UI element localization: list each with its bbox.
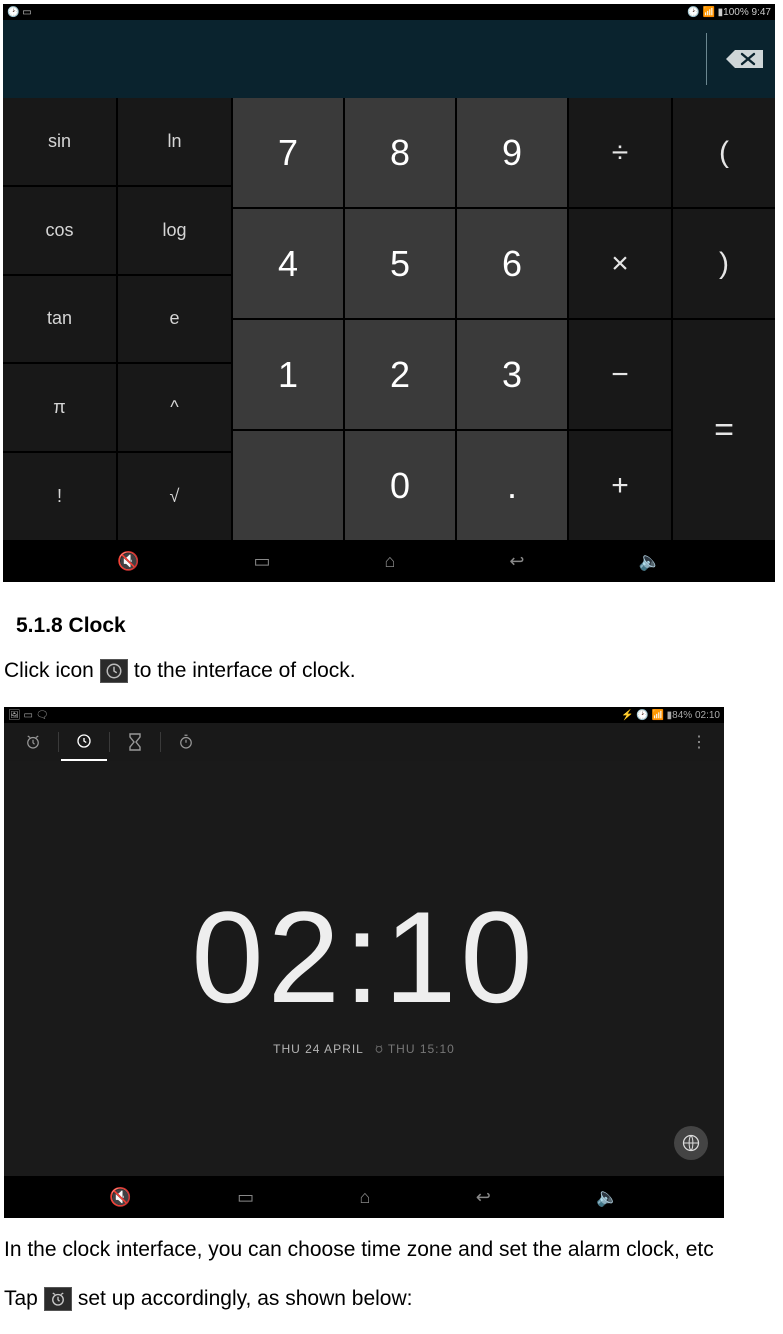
- date-main: THU 24 APRIL: [273, 1042, 364, 1056]
- tab-alarm[interactable]: [10, 723, 56, 761]
- status-bar: 🕑 ▭ 🕑 📶 ▮100% 9:47: [3, 4, 775, 20]
- nav-vol-up-icon[interactable]: 🔈: [638, 551, 660, 572]
- nav-home-icon[interactable]: ⌂: [384, 551, 395, 572]
- backspace-icon: [721, 45, 769, 73]
- op-multiply[interactable]: ×: [569, 209, 671, 318]
- paragraph-1: Click icon to the interface of clock.: [4, 653, 779, 690]
- operator-keys: ÷ ( × ) − = +: [569, 98, 775, 540]
- function-keys: sin ln cos log tan e π ^ ! √: [3, 98, 231, 540]
- key-6[interactable]: 6: [457, 209, 567, 318]
- tab-timer[interactable]: [112, 723, 158, 761]
- nav-vol-up-icon[interactable]: 🔈: [596, 1187, 618, 1208]
- nav-home-icon[interactable]: ⌂: [360, 1187, 371, 1208]
- nav-vol-down-icon[interactable]: 🔇: [117, 551, 139, 572]
- text: set up accordingly, as shown below:: [78, 1283, 413, 1316]
- nav-recents-icon[interactable]: ▭: [253, 551, 270, 572]
- paragraph-2: In the clock interface, you can choose t…: [4, 1232, 779, 1269]
- op-add[interactable]: +: [569, 431, 671, 540]
- overflow-menu-icon[interactable]: ⋮: [679, 732, 718, 752]
- key-1[interactable]: 1: [233, 320, 343, 429]
- fn-fact[interactable]: !: [3, 453, 116, 540]
- key-2[interactable]: 2: [345, 320, 455, 429]
- separator: [58, 732, 59, 752]
- status-left-icons: 🖼 ▭ 🗨: [8, 710, 48, 721]
- fn-pow[interactable]: ^: [118, 364, 231, 451]
- world-clock-button[interactable]: [674, 1126, 708, 1160]
- backspace-button[interactable]: [706, 20, 769, 98]
- clock-time: 02:10: [191, 882, 536, 1032]
- op-equals[interactable]: =: [673, 320, 775, 540]
- fn-pi[interactable]: π: [3, 364, 116, 451]
- status-left-icons: 🕑 ▭: [7, 7, 32, 18]
- clock-icon: [100, 659, 128, 683]
- nav-back-icon[interactable]: ↩: [476, 1187, 491, 1208]
- clock-date: THU 24 APRIL THU 15:10: [273, 1042, 455, 1056]
- tab-clock[interactable]: [61, 723, 107, 761]
- fn-cos[interactable]: cos: [3, 187, 116, 274]
- status-right: 🕑 📶 ▮100% 9:47: [687, 7, 771, 18]
- fn-log[interactable]: log: [118, 187, 231, 274]
- op-lparen[interactable]: (: [673, 98, 775, 207]
- nav-recents-icon[interactable]: ▭: [237, 1187, 254, 1208]
- nav-bar: 🔇 ▭ ⌂ ↩ 🔈: [3, 540, 775, 582]
- fn-tan[interactable]: tan: [3, 276, 116, 363]
- key-0[interactable]: 0: [345, 431, 455, 540]
- alarm-icon: [44, 1287, 72, 1311]
- number-keys: 7 8 9 4 5 6 1 2 3 0 .: [233, 98, 567, 540]
- status-right: ⚡ 🕑 📶 ▮84% 02:10: [621, 710, 720, 721]
- separator: [109, 732, 110, 752]
- globe-icon: [681, 1133, 701, 1153]
- calc-display: [3, 20, 775, 98]
- fn-sqrt[interactable]: √: [118, 453, 231, 540]
- clock-tabs: ⋮: [4, 723, 724, 761]
- key-9[interactable]: 9: [457, 98, 567, 207]
- key-4[interactable]: 4: [233, 209, 343, 318]
- section-heading: 5.1.8 Clock: [4, 596, 779, 653]
- fn-ln[interactable]: ln: [118, 98, 231, 185]
- key-blank[interactable]: [233, 431, 343, 540]
- op-rparen[interactable]: ): [673, 209, 775, 318]
- nav-bar: 🔇 ▭ ⌂ ↩ 🔈: [4, 1176, 724, 1218]
- calculator-screenshot: 🕑 ▭ 🕑 📶 ▮100% 9:47 sin ln cos log tan e …: [3, 4, 775, 582]
- date-alt: THU 15:10: [374, 1042, 455, 1056]
- key-8[interactable]: 8: [345, 98, 455, 207]
- separator: [160, 732, 161, 752]
- key-3[interactable]: 3: [457, 320, 567, 429]
- fn-e[interactable]: e: [118, 276, 231, 363]
- paragraph-3: Tap set up accordingly, as shown below:: [4, 1281, 779, 1318]
- separator: [706, 33, 707, 85]
- document-body-2: In the clock interface, you can choose t…: [0, 1218, 783, 1317]
- document-body: 5.1.8 Clock Click icon to the interface …: [0, 582, 783, 689]
- op-subtract[interactable]: −: [569, 320, 671, 429]
- nav-vol-down-icon[interactable]: 🔇: [109, 1187, 131, 1208]
- fn-sin[interactable]: sin: [3, 98, 116, 185]
- nav-back-icon[interactable]: ↩: [509, 551, 524, 572]
- text: to the interface of clock.: [134, 655, 356, 688]
- key-dot[interactable]: .: [457, 431, 567, 540]
- key-7[interactable]: 7: [233, 98, 343, 207]
- clock-screenshot: 🖼 ▭ 🗨 ⚡ 🕑 📶 ▮84% 02:10 ⋮ 02:10 THU 24 AP…: [4, 707, 724, 1218]
- text: Click icon: [4, 655, 94, 688]
- status-bar: 🖼 ▭ 🗨 ⚡ 🕑 📶 ▮84% 02:10: [4, 707, 724, 723]
- key-5[interactable]: 5: [345, 209, 455, 318]
- op-divide[interactable]: ÷: [569, 98, 671, 207]
- tab-stopwatch[interactable]: [163, 723, 209, 761]
- calc-keypad: sin ln cos log tan e π ^ ! √ 7 8 9 4 5 6…: [3, 98, 775, 540]
- text: Tap: [4, 1283, 38, 1316]
- clock-main: 02:10 THU 24 APRIL THU 15:10: [4, 761, 724, 1176]
